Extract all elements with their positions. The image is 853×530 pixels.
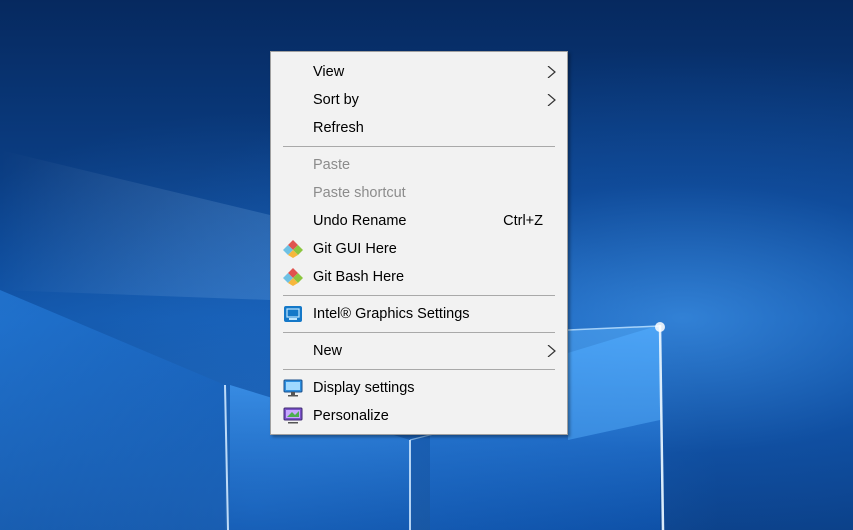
- menu-separator: [283, 332, 555, 333]
- menu-item-personalize[interactable]: Personalize: [271, 402, 567, 430]
- shortcut-text: Ctrl+Z: [503, 213, 543, 229]
- git-icon: [283, 240, 303, 258]
- menu-item-label: Display settings: [313, 380, 415, 396]
- chevron-right-icon: [547, 345, 556, 357]
- menu-item-git-bash-here[interactable]: Git Bash Here: [271, 263, 567, 291]
- menu-item-undo-rename[interactable]: Undo Rename Ctrl+Z: [271, 207, 567, 235]
- menu-separator: [283, 369, 555, 370]
- menu-item-paste[interactable]: Paste: [271, 151, 567, 179]
- desktop-background[interactable]: View Sort by Refresh Paste Paste shortcu…: [0, 0, 853, 530]
- menu-item-display-settings[interactable]: Display settings: [271, 374, 567, 402]
- menu-item-git-gui-here[interactable]: Git GUI Here: [271, 235, 567, 263]
- chevron-right-icon: [547, 66, 556, 78]
- personalize-icon: [283, 407, 303, 424]
- menu-item-intel-graphics-settings[interactable]: Intel® Graphics Settings: [271, 300, 567, 328]
- menu-item-label: Sort by: [313, 92, 359, 108]
- menu-separator: [283, 295, 555, 296]
- menu-item-label: Paste shortcut: [313, 185, 406, 201]
- menu-item-new[interactable]: New: [271, 337, 567, 365]
- intel-graphics-icon: [284, 306, 302, 322]
- menu-item-label: New: [313, 343, 343, 359]
- desktop-context-menu: View Sort by Refresh Paste Paste shortcu…: [270, 51, 568, 435]
- menu-item-label: Paste: [313, 157, 351, 173]
- menu-item-sort-by[interactable]: Sort by: [271, 86, 567, 114]
- menu-item-label: Undo Rename: [313, 213, 407, 229]
- menu-item-view[interactable]: View: [271, 58, 567, 86]
- menu-item-label: Git Bash Here: [313, 269, 405, 285]
- menu-separator: [283, 146, 555, 147]
- menu-item-paste-shortcut[interactable]: Paste shortcut: [271, 179, 567, 207]
- menu-item-label: View: [313, 64, 345, 80]
- display-icon: [283, 379, 303, 397]
- menu-item-label: Intel® Graphics Settings: [313, 306, 470, 322]
- menu-item-label: Refresh: [313, 120, 364, 136]
- menu-item-label: Personalize: [313, 408, 389, 424]
- chevron-right-icon: [547, 94, 556, 106]
- git-icon: [283, 268, 303, 286]
- menu-item-label: Git GUI Here: [313, 241, 397, 257]
- menu-item-refresh[interactable]: Refresh: [271, 114, 567, 142]
